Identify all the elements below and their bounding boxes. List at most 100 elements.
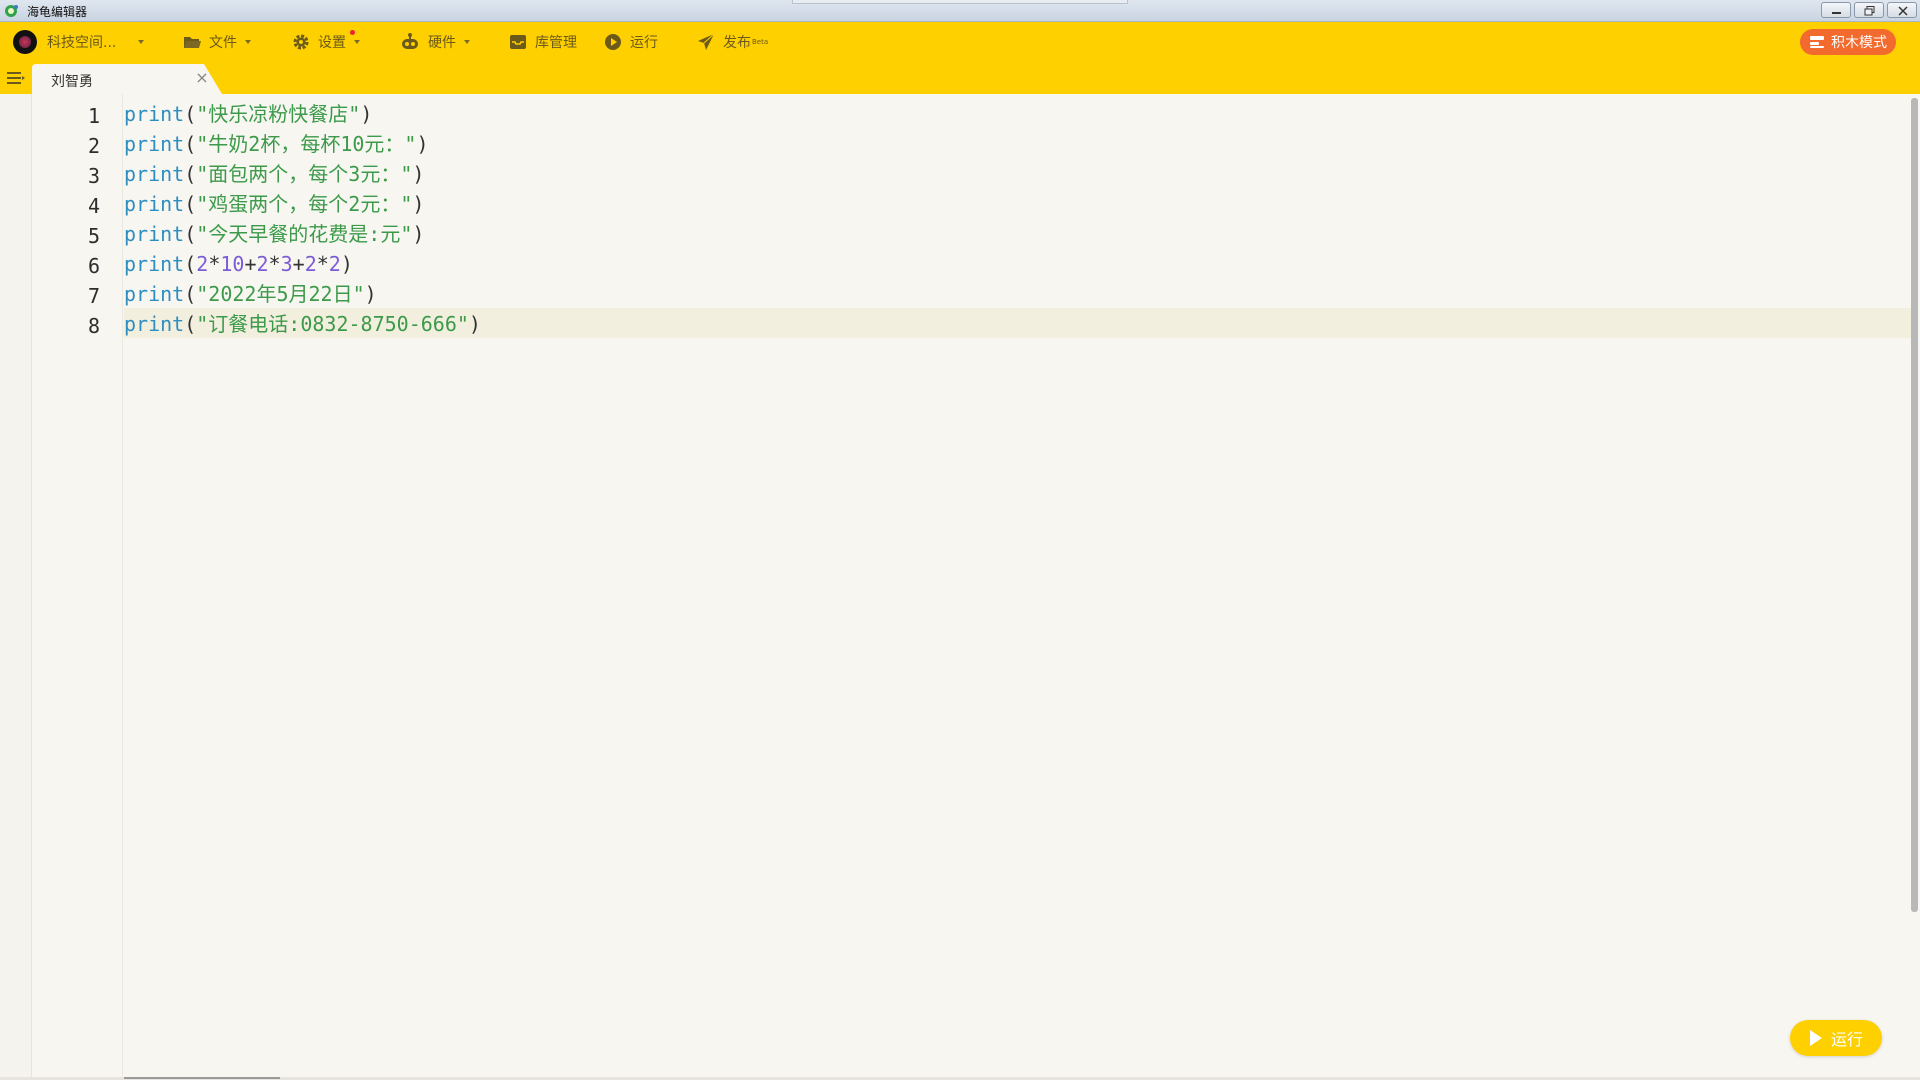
line-number: 6: [87, 254, 100, 278]
publish-label: 发布: [723, 35, 751, 51]
code-token-str: "2022年5月22日": [196, 282, 365, 306]
horizontal-scroll-thumb[interactable]: [124, 1077, 280, 1079]
code-token-punc: *: [268, 252, 281, 276]
line-number: 7: [87, 284, 100, 308]
file-label: 文件: [209, 35, 237, 51]
code-editor[interactable]: 1 2 3 4 5 6 7 8 print("快乐凉粉快餐店") print("…: [0, 94, 1920, 1078]
hardware-menu[interactable]: 硬件: [400, 22, 470, 62]
line-number: 1: [87, 104, 100, 128]
play-icon: [1809, 1030, 1822, 1046]
code-token-punc: (: [184, 222, 197, 246]
file-menu[interactable]: 文件: [183, 22, 251, 62]
code-token-punc: ): [412, 222, 425, 246]
tab-strip: 刘智勇 ×: [0, 62, 1920, 94]
code-token-punc: ): [360, 102, 373, 126]
minimize-button[interactable]: [1821, 2, 1851, 18]
code-line: print("快乐凉粉快餐店"): [124, 99, 372, 129]
library-label: 库管理: [535, 35, 577, 51]
notification-dot: [350, 30, 355, 35]
restore-icon: [1864, 6, 1875, 16]
tab-label: 刘智勇: [51, 74, 93, 90]
code-token-punc: *: [316, 252, 329, 276]
run-button[interactable]: 运行: [1790, 1020, 1882, 1056]
code-token-kw: print: [124, 312, 185, 336]
gear-icon: [293, 34, 309, 50]
beta-badge: Beta: [752, 38, 769, 46]
code-token-punc: +: [244, 252, 257, 276]
turtle-logo-icon: [5, 5, 18, 17]
code-token-punc: *: [208, 252, 221, 276]
line-number: 3: [87, 164, 100, 188]
code-token-punc: (: [184, 282, 197, 306]
code-token-str: "鸡蛋两个，每个2元：": [196, 192, 413, 216]
window-title: 海龟编辑器: [27, 5, 88, 19]
code-token-punc: +: [292, 252, 305, 276]
side-panel-strip: [0, 94, 32, 1078]
block-mode-button[interactable]: 积木模式: [1800, 29, 1896, 55]
drag-handle[interactable]: [792, 0, 1128, 4]
code-line: print("牛奶2杯，每杯10元："): [124, 129, 429, 159]
close-icon: [1898, 6, 1908, 16]
code-token-num: 2: [304, 252, 317, 276]
chevron-down-icon: [138, 40, 145, 44]
menu-icon[interactable]: [7, 70, 25, 86]
publish-button[interactable]: 发布 Beta: [697, 22, 768, 62]
vertical-scrollbar[interactable]: [1911, 98, 1918, 912]
main-toolbar: 科技空间... 文件 设置 硬件 库管理 运行 发布 Beta 积木模式: [0, 22, 1920, 62]
line-number: 4: [87, 194, 100, 218]
robot-icon: [402, 33, 418, 49]
code-token-kw: print: [124, 282, 185, 306]
code-token-str: "今天早餐的花费是:元": [196, 222, 413, 246]
code-token-kw: print: [124, 252, 185, 276]
code-line: print(2*10+2*3+2*2): [124, 249, 353, 279]
blocks-icon: [1810, 36, 1824, 48]
code-token-punc: (: [184, 132, 197, 156]
code-token-num: 2: [196, 252, 209, 276]
chevron-down-icon: [464, 40, 470, 44]
minimize-icon: [1832, 12, 1841, 14]
code-line: print("2022年5月22日"): [124, 279, 377, 309]
line-number: 8: [87, 314, 100, 338]
play-circle-icon: [605, 34, 621, 50]
code-token-punc: (: [184, 312, 197, 336]
settings-label: 设置: [318, 35, 346, 51]
code-token-str: "牛奶2杯，每杯10元：": [196, 132, 417, 156]
code-token-punc: ): [340, 252, 353, 276]
code-token-num: 2: [256, 252, 269, 276]
code-token-str: "订餐电话:0832-8750-666": [196, 312, 469, 336]
library-manager-button[interactable]: 库管理: [509, 22, 577, 62]
code-token-kw: print: [124, 192, 185, 216]
paper-plane-icon: [698, 33, 715, 50]
code-token-punc: (: [184, 102, 197, 126]
run-label: 运行: [630, 35, 658, 51]
code-token-punc: (: [184, 192, 197, 216]
block-mode-label: 积木模式: [1831, 35, 1887, 51]
chevron-down-icon: [245, 40, 251, 44]
code-token-kw: print: [124, 132, 185, 156]
code-token-str: "快乐凉粉快餐店": [196, 102, 361, 126]
code-token-num: 2: [328, 252, 341, 276]
code-token-punc: ): [416, 132, 429, 156]
settings-menu[interactable]: 设置: [292, 22, 360, 62]
inbox-icon: [510, 35, 526, 49]
line-number: 2: [87, 134, 100, 158]
chevron-down-icon: [354, 40, 360, 44]
code-token-punc: ): [364, 282, 377, 306]
code-token-num: 10: [220, 252, 245, 276]
code-line: print("订餐电话:0832-8750-666"): [124, 309, 481, 339]
code-line: print("鸡蛋两个，每个2元："): [124, 189, 424, 219]
avatar: [13, 30, 37, 54]
account-menu[interactable]: 科技空间...: [13, 22, 145, 62]
code-token-punc: ): [412, 162, 425, 186]
code-token-kw: print: [124, 102, 185, 126]
close-icon[interactable]: ×: [194, 70, 210, 86]
title-bar: 海龟编辑器: [0, 0, 1920, 22]
run-button-label: 运行: [1830, 1030, 1863, 1049]
run-toolbar-button[interactable]: 运行: [604, 22, 658, 62]
code-token-punc: (: [184, 252, 197, 276]
line-number-gutter: 1 2 3 4 5 6 7 8: [32, 94, 123, 1078]
code-token-str: "面包两个，每个3元：": [196, 162, 413, 186]
restore-button[interactable]: [1854, 2, 1884, 18]
tab-file[interactable]: 刘智勇 ×: [32, 64, 222, 94]
close-window-button[interactable]: [1887, 2, 1917, 18]
